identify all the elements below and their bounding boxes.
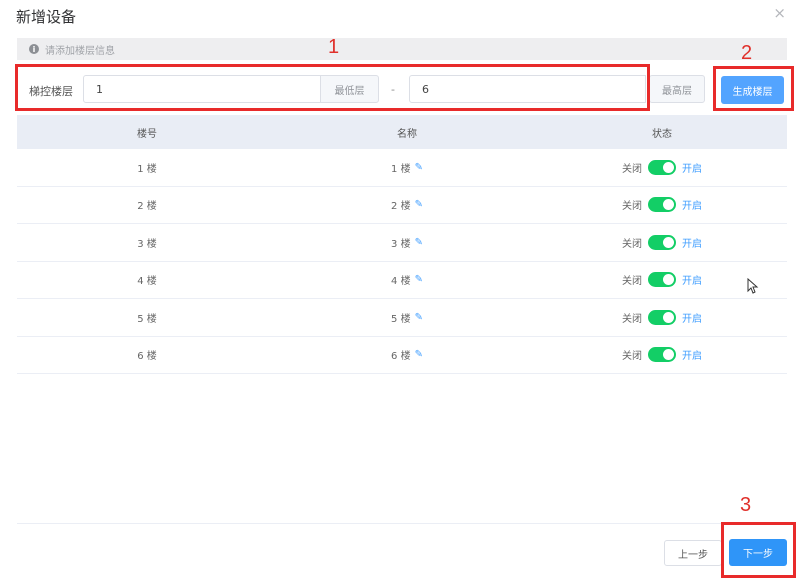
status-switch[interactable] <box>648 272 676 288</box>
status-switch[interactable] <box>648 347 676 363</box>
header-status: 状态 <box>652 128 672 140</box>
switch-on-label[interactable]: 开启 <box>682 160 702 175</box>
dialog-title: 新增设备 <box>16 8 77 26</box>
max-floor-addon: 最高层 <box>649 75 705 103</box>
table-row: 3 楼 3 楼 ✎ 关闭 开启 <box>17 224 787 262</box>
close-icon[interactable]: × <box>773 4 786 22</box>
mouse-cursor-icon <box>747 278 759 294</box>
switch-knob <box>663 311 674 323</box>
annotation-label-2: 2 <box>741 42 753 64</box>
floor-name: 2 楼 <box>391 201 411 213</box>
switch-on-label[interactable]: 开启 <box>682 235 702 250</box>
info-alert: i 请添加楼层信息 <box>17 38 787 60</box>
add-device-dialog: 新增设备 × i 请添加楼层信息 梯控楼层 1 最低层 - 6 最高层 生成楼层… <box>0 0 800 586</box>
floor-name: 3 楼 <box>391 238 411 250</box>
table-header: 楼号 名称 状态 <box>17 115 787 149</box>
name-cell: 6 楼 ✎ <box>277 347 537 362</box>
floor-cell: 5 楼 <box>137 313 157 325</box>
status-switch[interactable] <box>648 197 676 213</box>
name-cell: 1 楼 ✎ <box>277 160 537 175</box>
status-switch[interactable] <box>648 309 676 325</box>
status-cell: 关闭 开启 <box>537 234 787 250</box>
name-cell: 5 楼 ✎ <box>277 310 537 325</box>
switch-knob <box>663 349 674 361</box>
floor-name: 4 楼 <box>391 276 411 288</box>
edit-icon[interactable]: ✎ <box>415 199 423 210</box>
edit-icon[interactable]: ✎ <box>415 274 423 285</box>
edit-icon[interactable]: ✎ <box>415 162 423 173</box>
switch-on-label[interactable]: 开启 <box>682 310 702 325</box>
switch-knob <box>663 274 674 286</box>
floor-cell: 6 楼 <box>137 351 157 363</box>
floors-table: 楼号 名称 状态 1 楼1 楼 ✎ 关闭 开启 2 楼2 楼 ✎ 关闭 开启 3 楼3 楼 ✎ 关闭… <box>17 115 787 374</box>
table-row: 6 楼 6 楼 ✎ 关闭 开启 <box>17 337 787 374</box>
floor-name: 6 楼 <box>391 351 411 363</box>
switch-off-label[interactable]: 关闭 <box>622 310 642 325</box>
floor-cell: 2 楼 <box>137 201 157 213</box>
prev-step-button[interactable]: 上一步 <box>664 540 722 566</box>
switch-on-label[interactable]: 开启 <box>682 197 702 212</box>
status-cell: 关闭 开启 <box>537 197 787 213</box>
table-row: 4 楼 4 楼 ✎ 关闭 开启 <box>17 262 787 299</box>
floor-name: 1 楼 <box>391 163 411 175</box>
edit-icon[interactable]: ✎ <box>415 349 423 360</box>
switch-off-label[interactable]: 关闭 <box>622 197 642 212</box>
switch-off-label[interactable]: 关闭 <box>622 235 642 250</box>
annotation-box-2 <box>713 66 794 111</box>
floor-cell: 1 楼 <box>137 163 157 175</box>
status-cell: 关闭 开启 <box>537 309 787 325</box>
name-cell: 2 楼 ✎ <box>277 197 537 212</box>
table-row: 2 楼 2 楼 ✎ 关闭 开启 <box>17 187 787 224</box>
status-switch[interactable] <box>648 159 676 175</box>
footer-divider <box>17 523 787 524</box>
switch-on-label[interactable]: 开启 <box>682 272 702 287</box>
switch-knob <box>663 199 674 211</box>
status-cell: 关闭 开启 <box>537 347 787 363</box>
annotation-box-3 <box>721 522 796 578</box>
name-cell: 3 楼 ✎ <box>277 235 537 250</box>
switch-off-label[interactable]: 关闭 <box>622 272 642 287</box>
switch-knob <box>663 236 674 248</box>
annotation-label-3: 3 <box>740 494 752 516</box>
switch-off-label[interactable]: 关闭 <box>622 347 642 362</box>
header-floor: 楼号 <box>137 128 157 140</box>
header-name: 名称 <box>397 128 417 140</box>
edit-icon[interactable]: ✎ <box>415 312 423 323</box>
info-text: 请添加楼层信息 <box>45 45 115 57</box>
name-cell: 4 楼 ✎ <box>277 272 537 287</box>
floor-cell: 3 楼 <box>137 238 157 250</box>
floor-cell: 4 楼 <box>137 276 157 288</box>
switch-knob <box>663 161 674 173</box>
annotation-label-1: 1 <box>328 36 340 58</box>
switch-off-label[interactable]: 关闭 <box>622 160 642 175</box>
floor-name: 5 楼 <box>391 313 411 325</box>
status-switch[interactable] <box>648 234 676 250</box>
status-cell: 关闭 开启 <box>537 159 787 175</box>
table-row: 1 楼 1 楼 ✎ 关闭 开启 <box>17 149 787 187</box>
annotation-box-1 <box>15 64 650 111</box>
info-icon: i <box>29 44 39 54</box>
switch-on-label[interactable]: 开启 <box>682 347 702 362</box>
table-row: 5 楼 5 楼 ✎ 关闭 开启 <box>17 299 787 337</box>
edit-icon[interactable]: ✎ <box>415 237 423 248</box>
